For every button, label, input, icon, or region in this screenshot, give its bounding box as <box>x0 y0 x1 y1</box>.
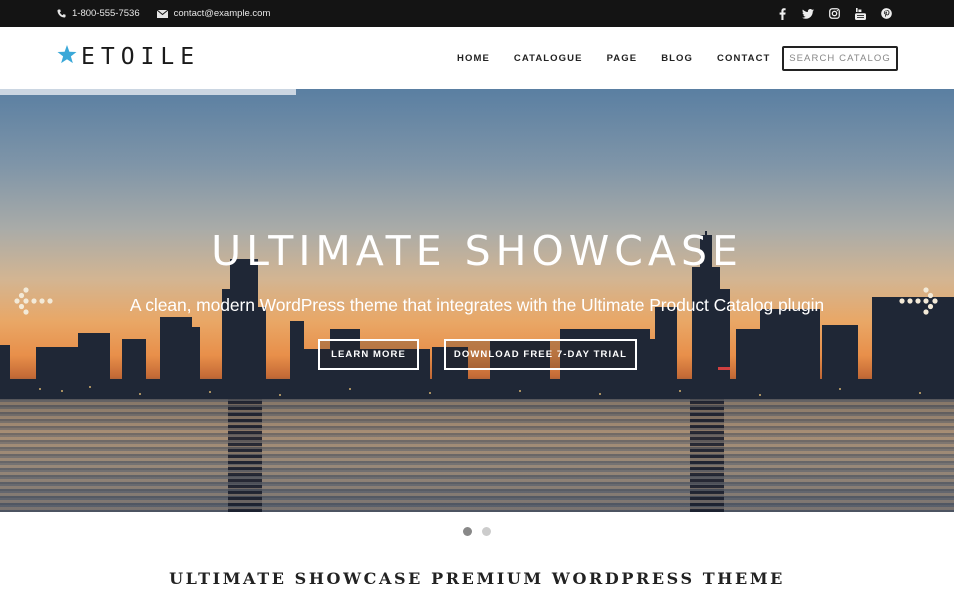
slide-dot-2[interactable] <box>482 527 491 536</box>
nav-contact[interactable]: CONTACT <box>717 53 770 64</box>
star-icon <box>57 45 77 69</box>
site-logo[interactable]: ETOILE <box>57 44 200 70</box>
facebook-icon[interactable] <box>776 7 788 20</box>
water-reflection <box>0 399 954 512</box>
contact-info: 1-800-555-7536 contact@example.com <box>57 0 270 27</box>
section-title: ULTIMATE SHOWCASE PREMIUM WORDPRESS THEM… <box>169 569 785 588</box>
instagram-icon[interactable] <box>828 8 840 20</box>
main-nav: HOME CATALOGUE PAGE BLOG CONTACT <box>457 27 794 89</box>
logo-text: ETOILE <box>81 44 201 70</box>
learn-more-button[interactable]: LEARN MORE <box>318 339 419 370</box>
nav-home[interactable]: HOME <box>457 53 490 64</box>
hero-slider: ULTIMATE SHOWCASE A clean, modern WordPr… <box>0 89 954 512</box>
download-trial-button[interactable]: DOWNLOAD FREE 7-DAY TRIAL <box>444 339 637 370</box>
youtube-icon[interactable] <box>854 7 866 20</box>
hero-subtitle: A clean, modern WordPress theme that int… <box>129 295 825 315</box>
site-header: ETOILE HOME CATALOGUE PAGE BLOG CONTACT … <box>0 27 954 89</box>
nav-catalogue[interactable]: CATALOGUE <box>514 53 583 64</box>
slide-timer-fill <box>0 89 296 95</box>
slide-dot-1[interactable] <box>463 527 472 536</box>
envelope-icon <box>156 9 168 18</box>
slider-pagination <box>463 527 491 536</box>
hero-title: ULTIMATE SHOWCASE <box>211 227 743 275</box>
search-catalog-input[interactable]: SEARCH CATALOG <box>782 46 898 71</box>
phone-contact[interactable]: 1-800-555-7536 <box>57 8 140 19</box>
phone-number: 1-800-555-7536 <box>72 8 140 19</box>
nav-blog[interactable]: BLOG <box>661 53 693 64</box>
tower-reflection <box>228 399 262 512</box>
email-address: contact@example.com <box>173 8 271 19</box>
top-bar: 1-800-555-7536 contact@example.com <box>0 0 954 27</box>
twitter-icon[interactable] <box>802 8 814 20</box>
phone-icon <box>57 9 66 18</box>
email-contact[interactable]: contact@example.com <box>156 8 271 19</box>
slide-timer <box>0 89 954 95</box>
nav-page[interactable]: PAGE <box>607 53 638 64</box>
tower-reflection <box>690 399 724 512</box>
pinterest-icon[interactable] <box>880 8 892 20</box>
social-links <box>776 0 892 27</box>
